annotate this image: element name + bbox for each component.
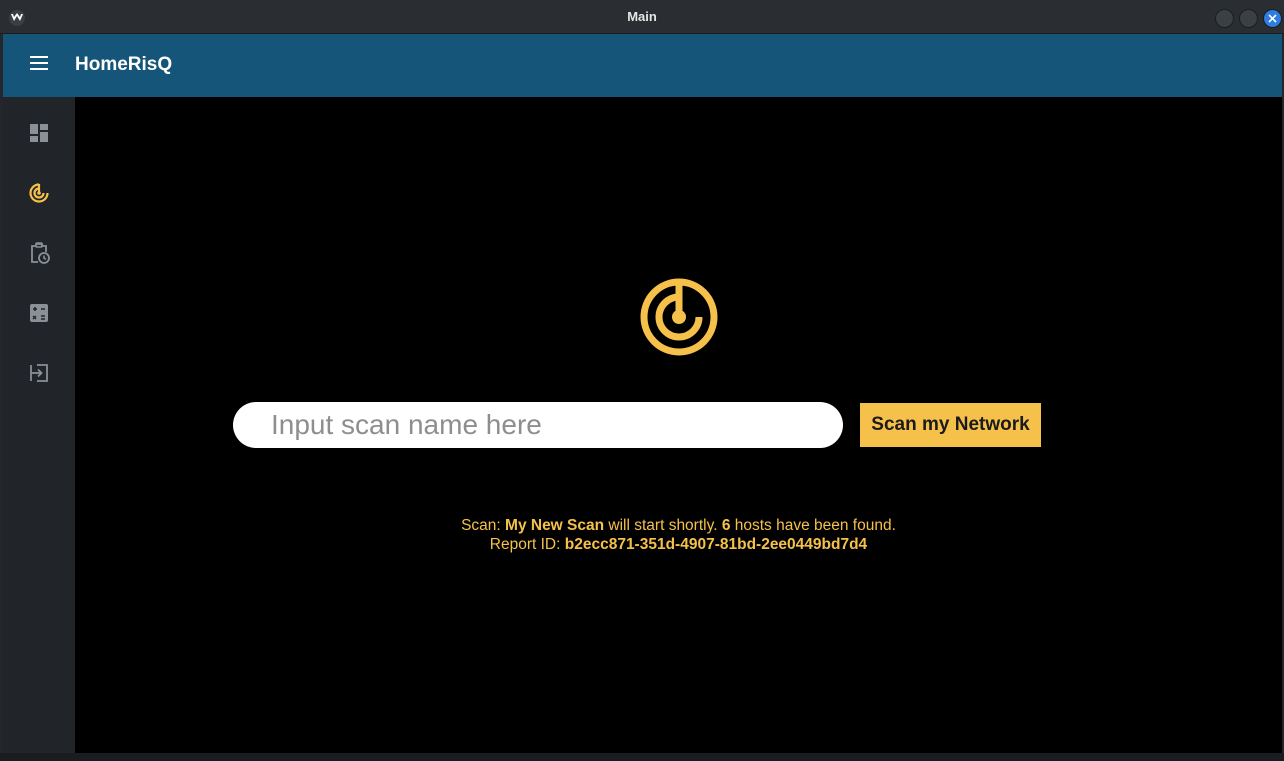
scan-prefix: Scan: [461,517,501,534]
minimize-button[interactable] [1215,9,1234,28]
dashboard-icon[interactable] [27,121,51,145]
scan-name-input[interactable] [233,402,843,448]
report-id: b2ecc871-351d-4907-81bd-2ee0449bd7d4 [564,536,868,553]
scan-suffix: hosts have been found. [734,517,896,534]
scan-page: Scan my Network Scan: My New Scan will s… [75,97,1282,753]
close-icon [1268,14,1277,23]
radar-scan-icon[interactable] [27,181,51,205]
host-count: 6 [721,517,731,534]
logout-icon[interactable] [27,361,51,385]
app-bar: HomeRisQ [3,34,1282,97]
scan-status-line: Scan: My New Scan will start shortly. 6 … [75,517,1282,535]
maximize-button[interactable] [1239,9,1258,28]
close-button[interactable] [1263,9,1282,28]
app-window: Main HomeRisQ Input scan name here Scan … [0,0,1284,761]
app-title: HomeRisQ [75,54,173,75]
scan-network-button[interactable]: Scan my Network [860,403,1041,447]
window-bottom-edge [0,753,1284,761]
window-title: Main [627,9,657,24]
calculator-icon[interactable] [27,301,51,325]
scan-name: My New Scan [505,517,605,534]
navigation-rail [3,97,75,753]
report-id-line: Report ID: b2ecc871-351d-4907-81bd-2ee04… [75,536,1282,554]
hamburger-menu-icon[interactable] [30,56,48,72]
report-prefix: Report ID: [489,536,561,553]
clipboard-clock-icon[interactable] [27,241,51,265]
window-titlebar[interactable]: Main [0,0,1284,34]
scan-middle: will start shortly. [608,517,718,534]
radar-scan-icon [639,277,719,357]
